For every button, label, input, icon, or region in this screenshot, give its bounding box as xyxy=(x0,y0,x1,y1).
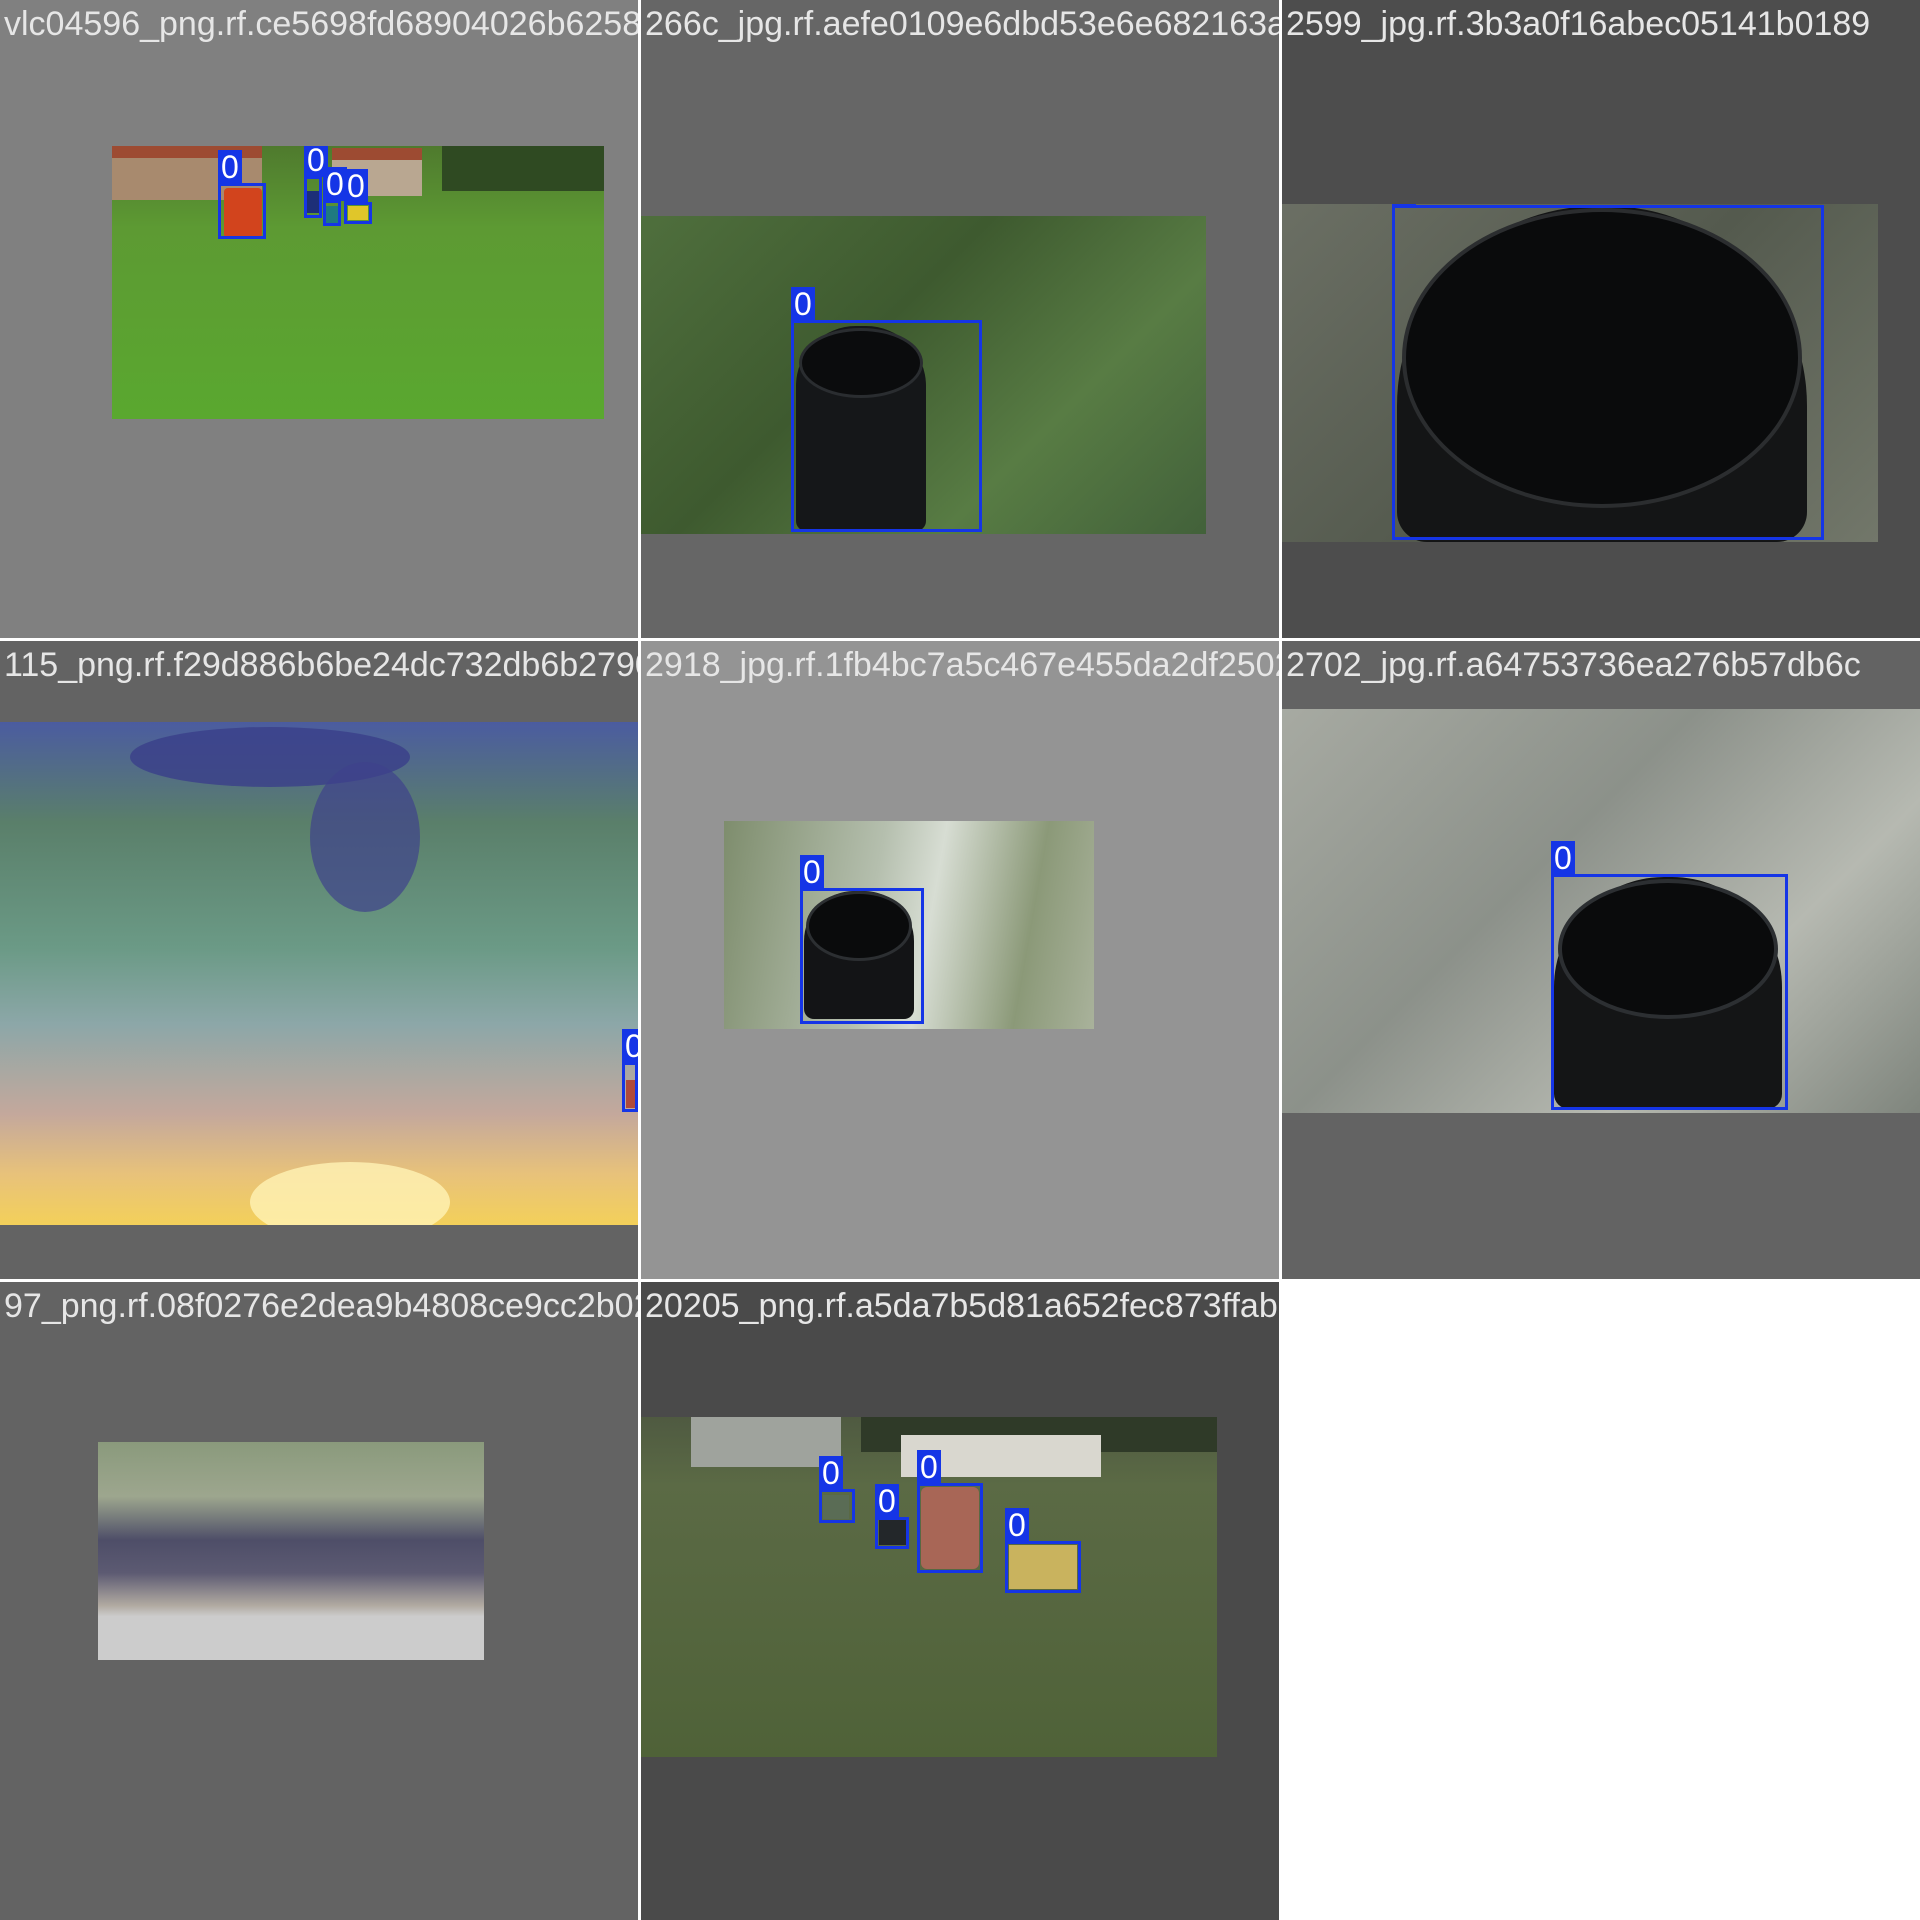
tile-7-filename: 97_png.rf.08f0276e2dea9b4808ce9cc2b02f51 xyxy=(4,1287,638,1325)
class-label: 0 xyxy=(1005,1508,1029,1542)
bounding-box: 0 xyxy=(622,1029,638,1112)
class-label: 0 xyxy=(800,855,824,889)
bounding-box: 0 xyxy=(791,287,982,532)
bounding-box: 0 xyxy=(1392,204,1824,540)
class-label: 0 xyxy=(218,150,242,184)
tile-8: 0 0 0 0 20205_png.rf.a5da7b5d81a652fec87… xyxy=(641,1282,1279,1920)
bounding-box: 0 xyxy=(875,1484,909,1549)
bounding-box: 0 xyxy=(1005,1508,1081,1593)
roof-right xyxy=(332,148,422,160)
tile-1: 0 0 0 0 vlc04596_png.rf.ce5698fd68904026… xyxy=(0,0,638,638)
class-label: 0 xyxy=(917,1450,941,1484)
class-label: 0 xyxy=(1392,204,1416,206)
bounding-box: 0 xyxy=(323,167,347,226)
tile-2-photo: 0 xyxy=(641,216,1206,534)
trees xyxy=(442,146,604,191)
sun-glow xyxy=(250,1162,450,1225)
class-label: 0 xyxy=(875,1484,899,1518)
tile-8-filename: 20205_png.rf.a5da7b5d81a652fec873ffab xyxy=(645,1287,1278,1325)
tile-5-filename: 2918_jpg.rf.1fb4bc7a5c467e455da2df250208 xyxy=(645,646,1279,684)
bounding-box: 0 xyxy=(1551,841,1788,1110)
tile-1-photo: 0 0 0 0 xyxy=(112,146,604,419)
tile-3: 0 2599_jpg.rf.3b3a0f16abec05141b0189 xyxy=(1282,0,1920,638)
tile-6: 0 2702_jpg.rf.a64753736ea276b57db6c xyxy=(1282,641,1920,1279)
tile-6-photo: 0 xyxy=(1282,709,1920,1113)
bounding-box: 0 xyxy=(304,146,328,218)
class-label: 0 xyxy=(344,169,368,203)
bounding-box: 0 xyxy=(344,169,372,224)
class-label: 0 xyxy=(622,1029,638,1063)
mosaic-grid: 0 0 0 0 vlc04596_png.rf.ce5698fd68904026… xyxy=(0,0,1920,1920)
tile-1-filename: vlc04596_png.rf.ce5698fd68904026b62581c9… xyxy=(4,5,638,43)
tile-3-filename: 2599_jpg.rf.3b3a0f16abec05141b0189 xyxy=(1286,5,1871,43)
class-label: 0 xyxy=(1551,841,1575,875)
bounding-box: 0 xyxy=(800,855,924,1024)
bounding-box: 0 xyxy=(218,150,266,239)
class-label: 0 xyxy=(791,287,815,321)
tile-4-filename: 115_png.rf.f29d886b6be24dc732db6b2790381… xyxy=(4,646,638,684)
class-label: 0 xyxy=(819,1456,843,1490)
tile-empty xyxy=(1282,1282,1920,1920)
tile-4: 0 115_png.rf.f29d886b6be24dc732db6b27903… xyxy=(0,641,638,1279)
tile-5: 0 2918_jpg.rf.1fb4bc7a5c467e455da2df2502… xyxy=(641,641,1279,1279)
tile-3-photo: 0 xyxy=(1282,204,1878,542)
tile-4-photo: 0 xyxy=(0,722,638,1225)
tile-7: 97_png.rf.08f0276e2dea9b4808ce9cc2b02f51 xyxy=(0,1282,638,1920)
tile-6-filename: 2702_jpg.rf.a64753736ea276b57db6c xyxy=(1286,646,1861,684)
tile-5-photo: 0 xyxy=(724,821,1094,1029)
tile-7-photo xyxy=(98,1442,484,1660)
dark-streak xyxy=(310,762,420,912)
tile-2: 0 266c_jpg.rf.aefe0109e6dbd53e6e682163a9… xyxy=(641,0,1279,638)
tile-8-photo: 0 0 0 0 xyxy=(641,1417,1217,1757)
bounding-box: 0 xyxy=(819,1456,855,1523)
bounding-box: 0 xyxy=(917,1450,983,1573)
tile-2-filename: 266c_jpg.rf.aefe0109e6dbd53e6e682163a9f0 xyxy=(645,5,1279,43)
